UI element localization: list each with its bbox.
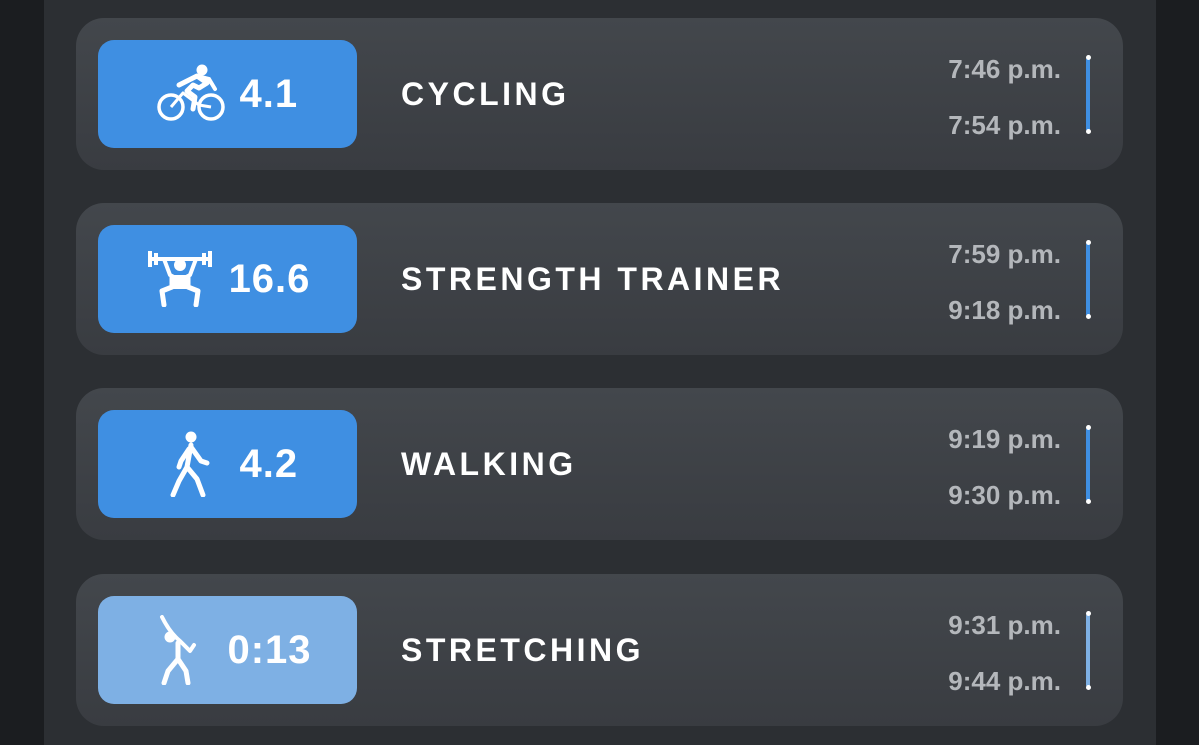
activity-value: 4.2 bbox=[239, 441, 299, 486]
activity-name: WALKING bbox=[401, 445, 577, 482]
start-time: 9:31 p.m. bbox=[948, 610, 1061, 640]
activity-badge: 4.1 bbox=[98, 40, 357, 148]
activity-card-strength-trainer[interactable]: 16.6 STRENGTH TRAINER 7:59 p.m. 9:18 p.m… bbox=[76, 203, 1123, 355]
activity-value: 16.6 bbox=[228, 256, 311, 301]
time-range-bar bbox=[1085, 55, 1091, 134]
start-time: 7:46 p.m. bbox=[948, 54, 1061, 84]
activity-card-stretching[interactable]: 0:13 STRETCHING 9:31 p.m. 9:44 p.m. bbox=[76, 574, 1123, 726]
activity-value: 0:13 bbox=[227, 627, 312, 672]
end-time: 9:18 p.m. bbox=[948, 295, 1061, 325]
cycling-icon bbox=[156, 59, 226, 129]
end-time: 7:54 p.m. bbox=[948, 110, 1061, 140]
time-range-bar bbox=[1085, 425, 1091, 504]
end-time: 9:30 p.m. bbox=[948, 480, 1061, 510]
weightlifting-icon bbox=[145, 244, 215, 314]
start-time: 7:59 p.m. bbox=[948, 239, 1061, 269]
activity-badge: 0:13 bbox=[98, 596, 357, 704]
activity-badge: 16.6 bbox=[98, 225, 357, 333]
activity-card-cycling[interactable]: 4.1 CYCLING 7:46 p.m. 7:54 p.m. bbox=[76, 18, 1123, 170]
activity-value: 4.1 bbox=[239, 71, 299, 116]
start-time: 9:19 p.m. bbox=[948, 424, 1061, 454]
time-range-bar bbox=[1085, 611, 1091, 690]
end-time: 9:44 p.m. bbox=[948, 666, 1061, 696]
activity-name: STRETCHING bbox=[401, 631, 644, 668]
activity-name: CYCLING bbox=[401, 75, 570, 112]
activity-card-walking[interactable]: 4.2 WALKING 9:19 p.m. 9:30 p.m. bbox=[76, 388, 1123, 540]
activity-name: STRENGTH TRAINER bbox=[401, 260, 785, 297]
time-range-bar bbox=[1085, 240, 1091, 319]
walking-icon bbox=[156, 429, 226, 499]
activity-badge: 4.2 bbox=[98, 410, 357, 518]
stretching-icon bbox=[143, 615, 213, 685]
